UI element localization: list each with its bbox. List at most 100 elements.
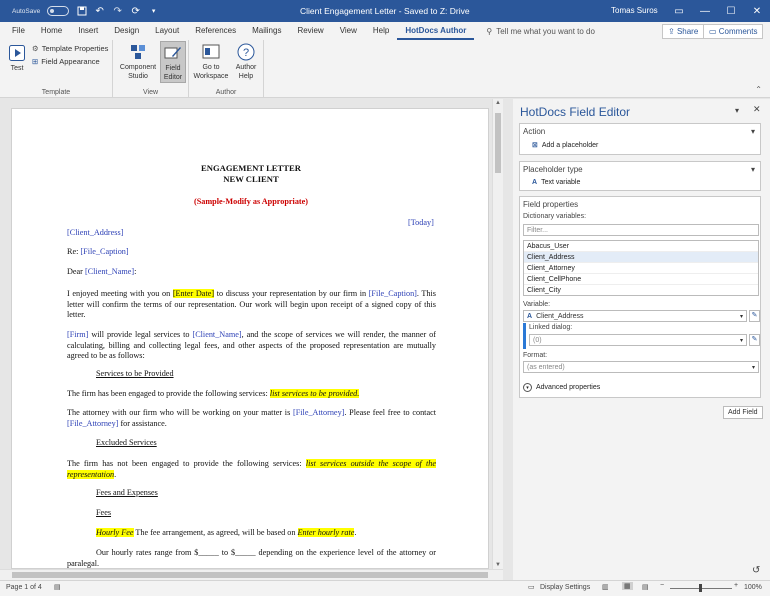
document-page[interactable]: ENGAGEMENT LETTER NEW CLIENT (Sample-Mod… (11, 108, 489, 569)
add-field-button[interactable]: Add Field (723, 406, 763, 419)
client-name-field-2[interactable]: [Client_Name] (192, 330, 241, 339)
author-help-button[interactable]: ? Author Help (231, 43, 261, 81)
edit-dialog-icon[interactable]: ✎ (749, 334, 760, 346)
placeholder-type-chevron-icon[interactable]: ▾ (751, 165, 755, 174)
filter-input[interactable]: Filter... (523, 224, 759, 236)
autosave-toggle[interactable] (47, 6, 70, 16)
ribbon-display-options-icon[interactable]: ▭ (666, 0, 692, 22)
field-editor-button[interactable]: Field Editor (160, 41, 186, 83)
enter-date-field[interactable]: [Enter Date] (172, 289, 215, 298)
web-layout-icon[interactable]: ▤ (642, 583, 649, 591)
scroll-thumb[interactable] (495, 113, 501, 173)
file-attorney-field[interactable]: [File_Attorney] (293, 408, 344, 417)
hourly-fee-field[interactable]: Hourly Fee (96, 528, 134, 537)
salutation: Dear [Client_Name]: (67, 267, 436, 278)
scroll-up-icon[interactable]: ▲ (495, 100, 501, 106)
tell-me-box[interactable]: ⚲ Tell me what you want to do (486, 27, 595, 36)
list-item[interactable]: Abacus_User (524, 241, 758, 252)
tab-references[interactable]: References (187, 22, 244, 40)
print-layout-icon[interactable]: ▦ (622, 582, 633, 590)
list-item[interactable]: Client_Address (524, 252, 758, 263)
expand-circle-icon: ▾ (523, 383, 532, 392)
colon: : (134, 267, 137, 276)
placeholder-type-box[interactable]: Placeholder type ▾ A Text variable (519, 161, 761, 191)
maximize-icon[interactable]: ☐ (718, 0, 744, 22)
zoom-level[interactable]: 100% (744, 584, 762, 591)
tab-layout[interactable]: Layout (147, 22, 187, 40)
component-studio-button[interactable]: Component Studio (119, 43, 157, 81)
dictionary-list[interactable]: Abacus_User Client_Address Client_Attorn… (523, 240, 759, 296)
minimize-icon[interactable]: — (692, 0, 718, 22)
undo-icon[interactable]: ↶ (94, 6, 105, 17)
tab-insert[interactable]: Insert (70, 22, 106, 40)
field-appearance-button[interactable]: ⊞ Field Appearance (32, 57, 100, 66)
document-vertical-scrollbar[interactable]: ▲ ▼ (492, 99, 503, 569)
list-item[interactable]: Client_City (524, 285, 758, 295)
user-name[interactable]: Tomas Suros (611, 6, 658, 15)
go-to-workspace-button[interactable]: Go to Workspace (193, 43, 229, 81)
collapse-ribbon-icon[interactable]: ⌃ (755, 85, 762, 94)
tab-mailings[interactable]: Mailings (244, 22, 289, 40)
hscroll-thumb[interactable] (12, 572, 488, 578)
lightbulb-icon: ⚲ (486, 26, 493, 36)
panel-options-icon[interactable]: ▾ (735, 106, 739, 115)
tab-view[interactable]: View (332, 22, 365, 40)
zoom-out-icon[interactable]: − (660, 582, 664, 589)
file-attorney-field-2[interactable]: [File_Attorney] (67, 419, 118, 428)
file-caption-field[interactable]: [File_Caption] (80, 247, 128, 256)
paragraph-4: The attorney with our firm who will be w… (67, 408, 436, 429)
read-mode-icon[interactable]: ▥ (602, 583, 609, 591)
variable-dropdown[interactable]: A Client_Address ▾ (523, 310, 747, 322)
field-properties-heading: Field properties (523, 200, 579, 209)
client-name-field[interactable]: [Client_Name] (85, 267, 134, 276)
panel-close-icon[interactable]: ✕ (753, 104, 761, 115)
play-icon (8, 44, 26, 62)
enter-hourly-rate-field[interactable]: Enter hourly rate (297, 528, 355, 537)
today-field[interactable]: [Today] (408, 218, 434, 227)
panel-title: HotDocs Field Editor (520, 105, 631, 119)
edit-variable-icon[interactable]: ✎ (749, 310, 760, 322)
scroll-down-icon[interactable]: ▼ (495, 562, 501, 568)
customize-qat-icon[interactable]: ▾ (148, 6, 159, 17)
action-box[interactable]: Action ▾ ⊠ Add a placeholder (519, 123, 761, 155)
display-settings-button[interactable]: Display Settings (540, 584, 590, 591)
client-address-field[interactable]: [Client_Address] (67, 228, 436, 239)
action-chevron-icon[interactable]: ▾ (751, 127, 755, 136)
format-dropdown[interactable]: (as entered) ▾ (523, 361, 759, 373)
tab-home[interactable]: Home (33, 22, 70, 40)
comments-label: Comments (718, 27, 758, 36)
linked-dialog-dropdown[interactable]: (0) ▾ (529, 334, 747, 346)
refresh-icon[interactable]: ↺ (752, 565, 760, 576)
close-icon[interactable]: ✕ (744, 0, 770, 22)
template-properties-button[interactable]: ⚙ Template Properties (32, 44, 108, 53)
share-button[interactable]: ⇪ Share (662, 24, 705, 39)
file-caption-field-2[interactable]: [File_Caption] (369, 289, 417, 298)
save-icon[interactable] (76, 6, 87, 17)
svg-text:?: ? (243, 47, 249, 59)
list-services-field[interactable]: list services to be provided. (269, 389, 360, 398)
comments-button[interactable]: ▭ Comments (703, 24, 764, 39)
tab-hotdocs-author[interactable]: HotDocs Author (397, 22, 475, 40)
redo-icon[interactable]: ↷ (112, 6, 123, 17)
tab-file[interactable]: File (4, 22, 33, 40)
linked-chevron-icon: ▾ (739, 337, 743, 344)
tab-help[interactable]: Help (365, 22, 397, 40)
proofing-icon[interactable]: ▤ (54, 583, 61, 591)
tab-review[interactable]: Review (289, 22, 331, 40)
display-settings-icon[interactable]: ▭ (528, 583, 535, 591)
field-editor-label-2: Editor (163, 74, 183, 81)
firm-field[interactable]: [Firm] (67, 330, 88, 339)
zoom-thumb[interactable] (699, 584, 702, 592)
advanced-properties-toggle[interactable]: ▾ Advanced properties (523, 383, 600, 392)
zoom-in-icon[interactable]: + (734, 582, 738, 589)
document-horizontal-scrollbar[interactable] (0, 569, 503, 580)
test-button[interactable]: Test (6, 44, 28, 73)
list-item[interactable]: Client_Attorney (524, 263, 758, 274)
template-properties-label: Template Properties (41, 44, 109, 53)
hotdocs-icon[interactable]: ⟳ (130, 6, 141, 17)
field-editor-label-1: Field (165, 65, 181, 72)
tab-design[interactable]: Design (106, 22, 147, 40)
list-item[interactable]: Client_CellPhone (524, 274, 758, 285)
page-indicator[interactable]: Page 1 of 4 (6, 584, 42, 591)
go-to-workspace-label-2: Workspace (193, 73, 229, 80)
